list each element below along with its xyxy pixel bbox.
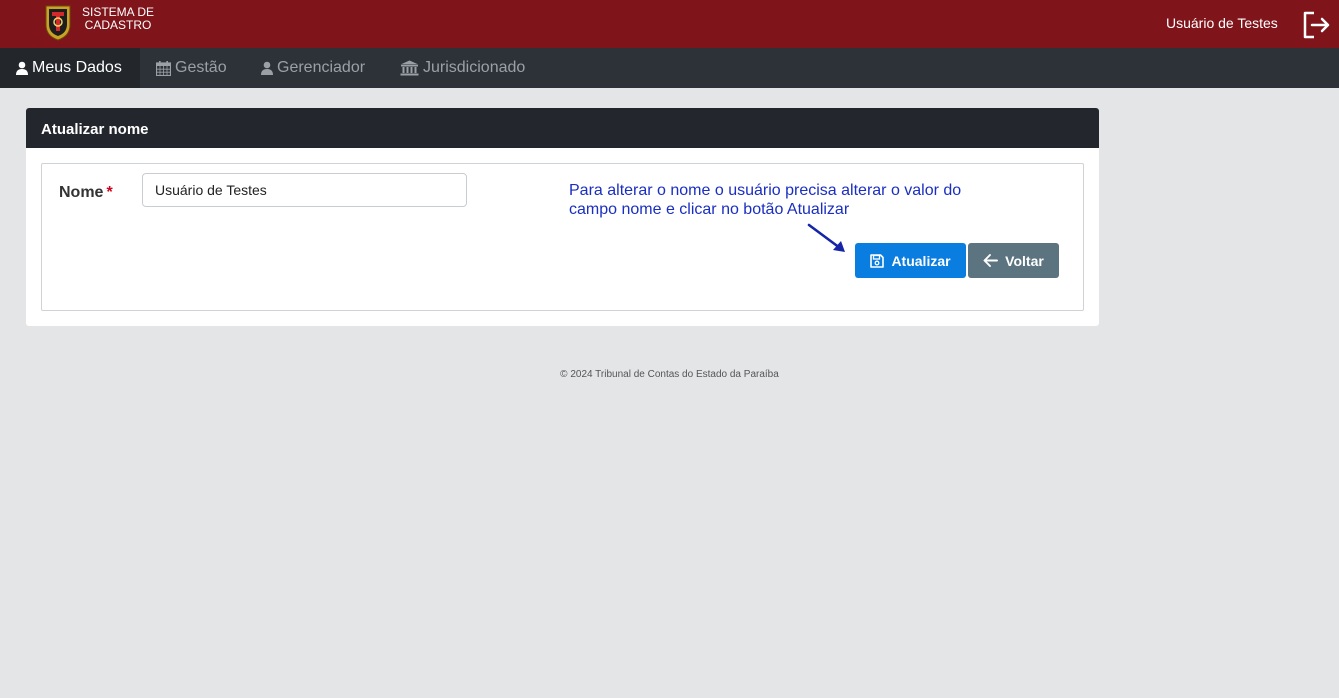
required-mark: * <box>106 184 113 201</box>
user-icon <box>261 61 273 75</box>
update-button-label: Atualizar <box>891 252 951 269</box>
hint-text: Para alterar o nome o usuário precisa al… <box>569 182 962 218</box>
name-input[interactable] <box>142 173 467 207</box>
brand-line-2: CADASTRO <box>84 18 152 32</box>
nav-label: Jurisdicionado <box>423 59 526 76</box>
nav-item-gerenciador[interactable]: Gerenciador <box>245 48 381 88</box>
nav-label: Gerenciador <box>277 59 366 76</box>
nav-label: Meus Dados <box>32 59 122 76</box>
footer-copyright: © 2024 Tribunal de Contas do Estado da P… <box>560 369 779 380</box>
coat-of-arms-logo <box>45 5 71 41</box>
nav-item-meus-dados[interactable]: Meus Dados <box>0 48 140 88</box>
form-panel: Nome* Para alterar o nome o usuário prec… <box>41 163 1084 311</box>
name-field-label: Nome * <box>59 184 113 202</box>
arrow-left-icon <box>983 254 999 267</box>
name-label-text: Nome <box>59 184 104 201</box>
update-button[interactable]: Atualizar <box>855 243 966 278</box>
main-nav: Meus Dados Gestão Gerenciador Jurisdicio… <box>0 48 1339 88</box>
user-icon <box>16 61 28 75</box>
card-title: Atualizar nome <box>26 108 1099 148</box>
update-name-card: Atualizar nome Nome* Para alterar o nome… <box>26 108 1099 326</box>
bank-icon <box>400 60 419 76</box>
logout-icon[interactable] <box>1301 10 1331 40</box>
calendar-icon <box>156 60 171 76</box>
nav-item-jurisdicionado[interactable]: Jurisdicionado <box>384 48 541 88</box>
nav-item-gestao[interactable]: Gestão <box>140 48 243 88</box>
top-header: SISTEMA DE CADASTRO Usuário de Testes <box>0 0 1339 48</box>
save-icon <box>870 253 885 268</box>
back-button[interactable]: Voltar <box>968 243 1059 278</box>
brand-title: SISTEMA DE CADASTRO <box>80 6 156 32</box>
user-name: Usuário de Testes <box>1166 15 1278 31</box>
back-button-label: Voltar <box>1005 252 1044 269</box>
nav-label: Gestão <box>175 59 227 76</box>
annotation-arrow <box>807 223 845 252</box>
